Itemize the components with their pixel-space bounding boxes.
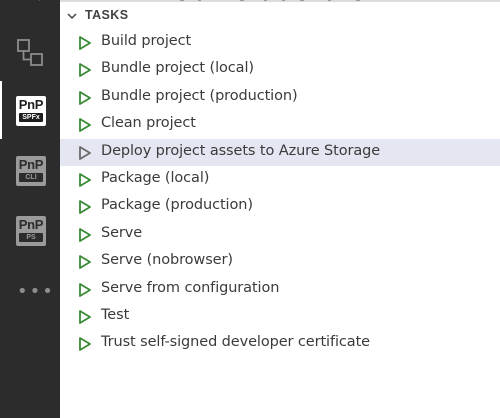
more-icon[interactable]: ••• <box>17 283 53 301</box>
task-label: Test <box>101 306 130 323</box>
tasks-section-header[interactable]: TASKS <box>60 5 500 27</box>
play-icon <box>79 310 91 324</box>
task-label: Trust self-signed developer certificate <box>101 334 370 351</box>
pnp-spfx-sublabel: SPFx <box>19 113 43 122</box>
pnp-ps-label: PnP <box>18 217 44 232</box>
task-item-serve-nobrowser[interactable]: Serve (nobrowser) <box>60 248 500 275</box>
task-label: Bundle project (local) <box>101 60 254 77</box>
play-icon <box>79 282 91 297</box>
task-item-trust-certificate[interactable]: Trust self-signed developer certificate <box>60 330 500 357</box>
task-label: Build project <box>101 33 192 49</box>
task-label: Deploy project assets to Azure Storage <box>101 142 381 159</box>
task-label: Package (local) <box>101 169 210 186</box>
play-icon <box>79 118 91 133</box>
play-icon <box>79 36 91 50</box>
task-label: Serve <box>101 224 143 241</box>
task-item-serve-from-configuration[interactable]: Serve from configuration <box>60 276 500 303</box>
pnp-cli-sublabel: CLI <box>19 173 43 182</box>
play-icon <box>79 337 91 352</box>
activity-bar: PnP SPFx PnP CLI PnP PS ••• <box>0 0 60 418</box>
extensions-remote-icon[interactable] <box>0 27 60 77</box>
chevron-down-icon <box>67 13 77 20</box>
task-label: Serve from configuration <box>101 279 280 296</box>
task-list: Build project Bundle project (local) Bun… <box>60 29 500 358</box>
task-label: Clean project <box>101 115 196 132</box>
task-item-test[interactable]: Test <box>60 303 500 330</box>
play-icon <box>79 145 91 160</box>
play-icon <box>79 63 91 78</box>
pnp-ps-sublabel: PS <box>19 233 43 242</box>
pnp-ps-icon[interactable]: PnP PS <box>16 216 46 246</box>
section-title: TASKS <box>85 8 129 22</box>
pnp-spfx-label: PnP <box>18 97 44 112</box>
play-icon <box>79 200 91 215</box>
task-label: Package (production) <box>101 197 253 214</box>
task-item-build-project[interactable]: Build project <box>60 29 500 56</box>
pnp-cli-icon[interactable]: PnP CLI <box>16 156 46 186</box>
pnp-cli-label: PnP <box>18 157 44 172</box>
play-icon <box>79 227 91 242</box>
play-icon <box>79 255 91 270</box>
task-label: Serve (nobrowser) <box>101 252 233 269</box>
tasks-panel: TASKS Build project Bundle project (loca… <box>60 0 500 418</box>
play-icon <box>79 173 91 187</box>
partial-clipped-row <box>180 0 360 1</box>
task-item-deploy-azure-storage[interactable]: Deploy project assets to Azure Storage <box>60 138 500 166</box>
task-label: Bundle project (production) <box>101 87 298 104</box>
pnp-spfx-icon[interactable]: PnP SPFx <box>16 96 46 126</box>
task-item-package-local[interactable]: Package (local) <box>60 166 500 193</box>
task-item-bundle-production[interactable]: Bundle project (production) <box>60 84 500 111</box>
task-item-serve[interactable]: Serve <box>60 221 500 248</box>
task-item-package-production[interactable]: Package (production) <box>60 193 500 220</box>
task-item-clean-project[interactable]: Clean project <box>60 111 500 138</box>
active-indicator <box>0 81 2 139</box>
task-item-bundle-local[interactable]: Bundle project (local) <box>60 56 500 83</box>
partial-top-icon[interactable] <box>14 0 44 6</box>
play-icon <box>79 90 91 105</box>
